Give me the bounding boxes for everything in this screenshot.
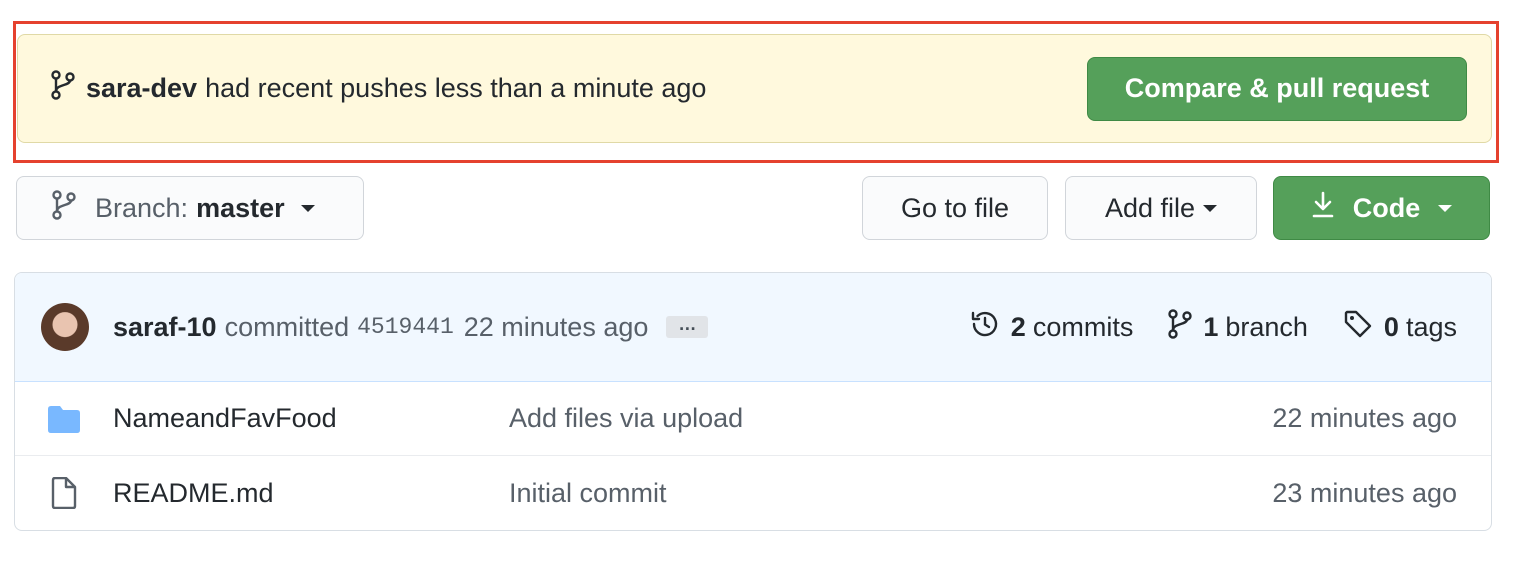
branches-label: branch (1225, 312, 1308, 342)
folder-icon (47, 404, 81, 434)
branch-label: Branch: (95, 192, 189, 223)
commit-sha[interactable]: 4519441 (357, 314, 454, 340)
push-message: had recent pushes less than a minute ago (205, 73, 707, 103)
latest-commit-header: saraf-10 committed 4519441 22 minutes ag… (15, 273, 1491, 382)
compare-pull-request-button[interactable]: Compare & pull request (1087, 56, 1467, 121)
recent-push-text: sara-dev had recent pushes less than a m… (50, 70, 706, 107)
code-button[interactable]: Code (1273, 176, 1490, 240)
branch-select-button[interactable]: Branch: master (16, 176, 364, 240)
branch-icon (1167, 309, 1203, 346)
commit-time[interactable]: 22 minutes ago (464, 312, 649, 343)
commits-link[interactable]: 2 commits (969, 308, 1134, 347)
avatar[interactable] (41, 303, 89, 351)
chevron-down-icon (1203, 204, 1218, 212)
add-file-button[interactable]: Add file (1065, 176, 1257, 240)
branch-value: master (196, 192, 285, 223)
commit-author[interactable]: saraf-10 (113, 312, 217, 343)
go-to-file-button[interactable]: Go to file (862, 176, 1048, 240)
file-commit-message[interactable]: Initial commit (509, 478, 667, 509)
repo-stats: 2 commits 1 branch 0 tags (935, 273, 1457, 382)
branches-link[interactable]: 1 branch (1167, 309, 1308, 346)
file-name[interactable]: NameandFavFood (113, 403, 509, 434)
download-icon (1311, 191, 1353, 226)
recent-push-banner: sara-dev had recent pushes less than a m… (17, 34, 1492, 143)
branches-count: 1 (1203, 312, 1219, 342)
commit-message-expand-button[interactable]: … (666, 315, 709, 338)
tags-link[interactable]: 0 tags (1342, 308, 1457, 347)
commits-label: commits (1032, 312, 1134, 342)
repo-toolbar: Branch: master Go to file Add file Code (0, 176, 1520, 240)
push-username[interactable]: sara-dev (86, 73, 197, 104)
chevron-down-icon (1438, 204, 1453, 212)
file-row[interactable]: README.md Initial commit 23 minutes ago (15, 456, 1491, 530)
tags-label: tags (1405, 312, 1457, 342)
tags-count: 0 (1383, 312, 1399, 342)
file-age: 23 minutes ago (1272, 477, 1457, 508)
commit-verb: committed (224, 311, 350, 342)
history-icon (969, 308, 1011, 347)
code-label: Code (1352, 192, 1421, 223)
chevron-down-icon (300, 204, 315, 212)
branch-icon (51, 189, 95, 227)
file-commit-message[interactable]: Add files via upload (509, 403, 743, 434)
file-name[interactable]: README.md (113, 478, 509, 509)
file-age: 22 minutes ago (1272, 403, 1457, 433)
file-row[interactable]: NameandFavFood Add files via upload 22 m… (15, 382, 1491, 456)
commits-count: 2 (1010, 312, 1026, 342)
branch-icon (50, 70, 86, 107)
file-list: saraf-10 committed 4519441 22 minutes ag… (14, 272, 1492, 531)
tag-icon (1342, 308, 1384, 347)
file-icon (47, 477, 81, 509)
add-file-label: Add file (1104, 192, 1196, 223)
